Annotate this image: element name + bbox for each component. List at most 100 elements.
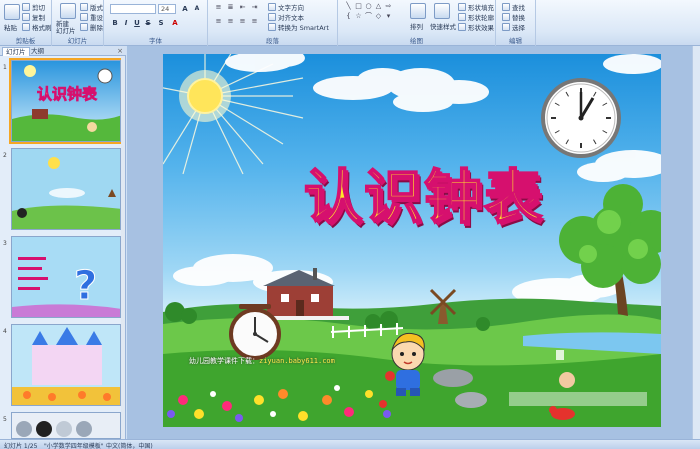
quick-styles-button[interactable]: 快速样式	[430, 21, 456, 31]
panel-tabs: 幻灯片 大纲 ×	[0, 46, 126, 56]
svg-text:?: ?	[74, 263, 97, 309]
arrange-icon[interactable]	[410, 3, 426, 19]
pen-icon	[458, 13, 466, 21]
slide-artwork	[163, 54, 661, 427]
slide-thumbnail-2[interactable]	[11, 148, 121, 230]
select-button[interactable]: 选择	[502, 22, 525, 32]
replace-icon	[502, 13, 510, 21]
find-button[interactable]: 查找	[502, 2, 525, 12]
quick-styles-icon[interactable]	[434, 3, 450, 19]
font-group-label: 字体	[149, 37, 162, 45]
panel-scrollbar[interactable]	[121, 56, 125, 439]
status-bar: 幻灯片 1/25 "小学数学四年级模板" 中文(简体，中国)	[0, 439, 700, 449]
slide-thumbnail-3[interactable]: ?	[11, 236, 121, 318]
align-text-button[interactable]: 对齐文本	[268, 12, 304, 22]
replace-button[interactable]: 替换	[502, 12, 525, 22]
shadow-icon[interactable]: S	[156, 18, 166, 28]
slide-number: 2	[3, 152, 7, 159]
new-slide-button[interactable]: 新建 幻灯片	[56, 21, 76, 35]
binoculars-icon	[502, 3, 510, 11]
shape-effects-button[interactable]: 形状效果	[458, 22, 494, 32]
increase-indent-icon[interactable]: ⇥	[250, 3, 259, 12]
paste-icon[interactable]	[4, 4, 20, 20]
line-shape-icon[interactable]: ╲	[344, 2, 353, 11]
font-name-combo[interactable]	[110, 4, 156, 14]
copy-button[interactable]: 复制	[22, 12, 45, 22]
layout-button[interactable]: 版式	[80, 2, 103, 12]
clipboard-group: 粘贴 剪切 复制 格式刷 剪贴板	[0, 0, 52, 46]
font-size-combo[interactable]: 24	[158, 4, 176, 14]
paragraph-group: ≡ ≣ ⇤ ⇥ ≡ ≡ ≡ ≡ 文字方向 对齐文本 转换为 SmartArt 段…	[208, 0, 338, 46]
font-group: 24 A A B I U S S A 字体	[104, 0, 208, 46]
close-panel-icon[interactable]: ×	[117, 47, 123, 55]
arrow-shape-icon[interactable]: ⇨	[384, 2, 393, 11]
slide-thumbnail-1[interactable]: 认识钟表	[9, 58, 123, 144]
shape-fill-button[interactable]: 形状填充	[458, 2, 494, 12]
star-shape-icon[interactable]: ☆	[354, 12, 363, 21]
shape-outline-button[interactable]: 形状轮廓	[458, 12, 494, 22]
cut-button[interactable]: 剪切	[22, 2, 45, 12]
tab-slides[interactable]: 幻灯片	[2, 47, 30, 56]
editor-scrollbar[interactable]	[692, 46, 700, 439]
slide-thumbnail-5[interactable]	[11, 412, 121, 439]
paragraph-group-label: 段落	[266, 37, 279, 45]
language-status[interactable]: 中文(简体，中国)	[106, 441, 153, 449]
slide-thumbnail-4[interactable]	[11, 324, 121, 406]
editing-group-label: 编辑	[509, 37, 522, 45]
clock-top	[541, 78, 621, 158]
reset-button[interactable]: 重设	[80, 12, 103, 22]
triangle-shape-icon[interactable]: △	[374, 2, 383, 11]
slides-group: 新建 幻灯片 版式 重设 删除 幻灯片	[52, 0, 104, 46]
format-painter-button[interactable]: 格式刷	[22, 22, 52, 32]
underline-icon[interactable]: U	[132, 18, 142, 28]
diamond-shape-icon[interactable]: ◇	[374, 12, 383, 21]
clipboard-group-label: 剪贴板	[15, 37, 36, 45]
layout-icon	[80, 3, 88, 11]
smartart-button[interactable]: 转换为 SmartArt	[268, 22, 329, 32]
font-color-icon[interactable]: A	[170, 18, 180, 28]
theme-name: "小学数学四年级模板"	[44, 443, 104, 449]
placeholder-textbox[interactable]	[509, 392, 647, 406]
slide-number: 3	[3, 240, 7, 247]
bullets-icon[interactable]: ≡	[214, 3, 223, 12]
effects-icon	[458, 23, 466, 31]
align-center-icon[interactable]: ≡	[226, 17, 235, 26]
align-left-icon[interactable]: ≡	[214, 17, 223, 26]
new-slide-icon[interactable]	[60, 3, 76, 19]
delete-button[interactable]: 删除	[80, 22, 103, 32]
tab-outline[interactable]: 大纲	[28, 47, 47, 56]
text-direction-icon	[268, 3, 276, 11]
italic-icon[interactable]: I	[121, 18, 131, 28]
justify-icon[interactable]: ≡	[250, 17, 259, 26]
text-direction-button[interactable]: 文字方向	[268, 2, 304, 12]
drawing-group-label: 绘图	[410, 37, 423, 45]
more-shapes-icon[interactable]: ▾	[384, 12, 393, 21]
bold-icon[interactable]: B	[110, 18, 120, 28]
strikethrough-icon[interactable]: S	[143, 18, 153, 28]
current-slide[interactable]: 认识钟表 幼儿园教学课件下载：ziyuan.baby611.com	[163, 54, 661, 427]
thumbnail-4-image	[12, 325, 120, 405]
rectangle-shape-icon[interactable]: □	[354, 2, 363, 11]
thumbnail-1-title: 认识钟表	[37, 85, 98, 103]
brush-icon	[22, 23, 30, 31]
thumbnail-1-image: 认识钟表	[12, 61, 120, 141]
scissors-icon	[22, 3, 30, 11]
slides-group-label: 幻灯片	[67, 37, 88, 45]
numbering-icon[interactable]: ≣	[226, 3, 235, 12]
oval-shape-icon[interactable]: ○	[364, 2, 373, 11]
thumbnail-5-image	[12, 413, 120, 438]
arc-shape-icon[interactable]: ⌒	[364, 12, 373, 21]
thumbnail-3-image: ?	[12, 237, 120, 317]
align-text-icon	[268, 13, 276, 21]
slide-title[interactable]: 认识钟表	[259, 150, 589, 234]
editing-group: 查找 替换 选择 编辑	[496, 0, 536, 46]
shrink-font-icon[interactable]: A	[192, 4, 202, 14]
grow-font-icon[interactable]: A	[180, 4, 190, 14]
decrease-indent-icon[interactable]: ⇤	[238, 3, 247, 12]
brace-shape-icon[interactable]: {	[344, 12, 353, 21]
slide-number: 4	[3, 328, 7, 335]
ribbon: 粘贴 剪切 复制 格式刷 剪贴板 新建 幻灯片 版式 重设 删除 幻灯片 24 …	[0, 0, 700, 46]
arrange-button[interactable]: 排列	[410, 21, 423, 31]
paste-button[interactable]: 粘贴	[4, 22, 17, 32]
align-right-icon[interactable]: ≡	[238, 17, 247, 26]
